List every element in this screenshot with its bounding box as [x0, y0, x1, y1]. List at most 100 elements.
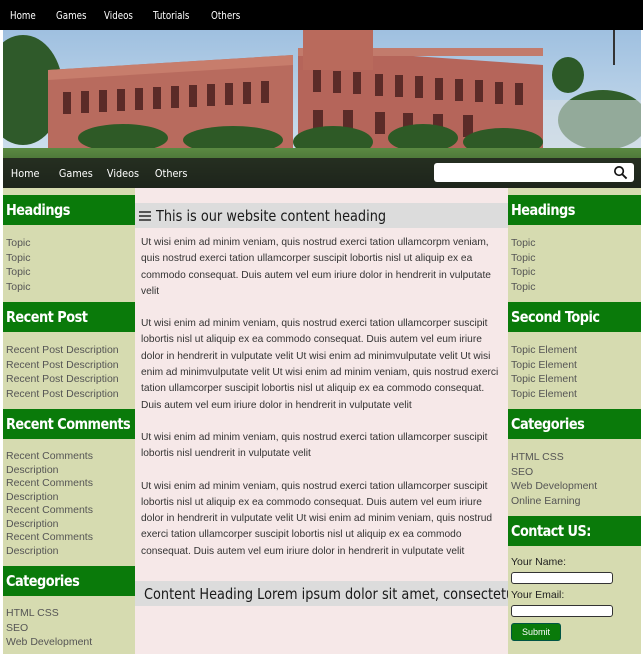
nav2-videos[interactable]: Videos	[99, 167, 141, 180]
list-item: Topic	[6, 251, 135, 266]
content-heading: This is our website content heading	[156, 206, 387, 225]
search-box	[434, 163, 634, 183]
topic-element-link[interactable]: Topic Element	[511, 388, 577, 400]
list-item: HTML CSS	[6, 606, 135, 621]
topic-element-link[interactable]: Topic Element	[511, 373, 577, 385]
recent-comment-link[interactable]: Recent Comments Description	[6, 477, 93, 503]
menu-icon	[139, 210, 151, 221]
email-field[interactable]	[511, 605, 613, 617]
list-item: Topic Element	[511, 387, 641, 402]
category-link[interactable]: Web Development	[511, 480, 597, 492]
category-link[interactable]: Web Development	[6, 636, 92, 648]
page: Home Games Videos Tutorials Others Home …	[0, 0, 643, 654]
list-item: Recent Post Description	[6, 358, 135, 373]
list-item: Recent Post Description	[6, 387, 135, 402]
nav2-home[interactable]: Home	[3, 167, 45, 180]
widget-title-recent-post: Recent Post	[3, 302, 135, 332]
right-sidebar: Headings Topic Topic Topic Topic Second …	[508, 188, 641, 654]
content-heading-bar: This is our website content heading	[135, 203, 508, 228]
list-item: Topic	[6, 265, 135, 280]
list-item: Recent Comments Description	[6, 504, 131, 531]
top-nav-home[interactable]: Home	[3, 9, 43, 22]
widget-title-categories: Categories	[508, 409, 641, 439]
list-item: Topic Element	[511, 358, 641, 373]
name-label: Your Name:	[511, 556, 567, 568]
contact-form: Your Name: Your Email: Submit	[508, 546, 641, 641]
category-link[interactable]: SEO	[6, 622, 28, 634]
category-link[interactable]: HTML CSS	[511, 451, 564, 463]
categories-list: HTML CSS SEO Web Development	[3, 596, 135, 654]
list-item: Recent Post Description	[6, 343, 135, 358]
topic-element-link[interactable]: Topic Element	[511, 344, 577, 356]
list-item: SEO	[511, 465, 641, 480]
widget-title-recent-comments: Recent Comments	[3, 409, 135, 439]
categories-list: HTML CSS SEO Web Development Online Earn…	[508, 439, 641, 516]
recent-post-link[interactable]: Recent Post Description	[6, 388, 119, 400]
topic-element-link[interactable]: Topic Element	[511, 359, 577, 371]
topic-link[interactable]: Topic	[511, 252, 536, 264]
list-item: SEO	[6, 621, 135, 636]
topic-link[interactable]: Topic	[511, 266, 536, 278]
content-heading: Content Heading Lorem ipsum dolor sit am…	[144, 584, 508, 603]
widget-title-headings: Headings	[3, 195, 135, 225]
top-nav-videos[interactable]: Videos	[97, 9, 140, 22]
list-item: Online Earning	[511, 494, 641, 509]
submit-button[interactable]: Submit	[511, 623, 562, 641]
list-item: Topic Element	[511, 372, 641, 387]
search-input[interactable]	[438, 164, 612, 183]
list-item: Topic	[511, 236, 641, 251]
topic-link[interactable]: Topic	[6, 237, 31, 249]
search-icon[interactable]	[613, 165, 628, 180]
topic-link[interactable]: Topic	[511, 237, 536, 249]
category-link[interactable]: SEO	[511, 466, 533, 478]
content-paragraph: Ut wisi enim ad minim veniam, quis nostr…	[141, 431, 488, 460]
recent-post-link[interactable]: Recent Post Description	[6, 359, 119, 371]
list-item: Topic	[6, 280, 135, 295]
top-nav-tutorials[interactable]: Tutorials	[146, 9, 197, 22]
top-nav: Home Games Videos Tutorials Others	[0, 0, 643, 30]
list-item: Topic	[511, 280, 641, 295]
topic-link[interactable]: Topic	[6, 266, 31, 278]
recent-comment-link[interactable]: Recent Comments Description	[6, 531, 93, 557]
widget-title-contact: Contact US:	[508, 516, 641, 546]
recent-post-link[interactable]: Recent Post Description	[6, 344, 119, 356]
main-content: This is our website content heading Ut w…	[135, 188, 508, 654]
content-heading-bar: Content Heading Lorem ipsum dolor sit am…	[135, 581, 508, 607]
list-item: Topic	[6, 236, 135, 251]
content-paragraph: Ut wisi enim ad minim veniam, quis nostr…	[141, 237, 491, 297]
second-topic-list: Topic Element Topic Element Topic Elemen…	[508, 332, 641, 409]
nav2-games[interactable]: Games	[51, 167, 93, 180]
category-link[interactable]: HTML CSS	[6, 607, 59, 619]
topic-link[interactable]: Topic	[6, 252, 31, 264]
list-item: Web Development	[511, 479, 641, 494]
content-paragraph: Ut wisi enim ad minim veniam, quis nostr…	[141, 480, 493, 557]
list-item: Topic Element	[511, 343, 641, 358]
recent-comment-link[interactable]: Recent Comments Description	[6, 450, 93, 476]
list-item: Recent Comments Description	[6, 450, 131, 477]
name-field[interactable]	[511, 572, 613, 584]
content-paragraph: Ut wisi enim ad minim veniam, quis nostr…	[141, 318, 499, 411]
recent-comment-link[interactable]: Recent Comments Description	[6, 504, 93, 530]
category-link[interactable]: Online Earning	[511, 495, 580, 507]
nav2-others[interactable]: Others	[147, 167, 191, 180]
top-nav-games[interactable]: Games	[49, 9, 91, 22]
headings-list: Topic Topic Topic Topic	[508, 225, 641, 302]
list-item: Web Development	[6, 635, 135, 650]
list-item: Recent Comments Description	[6, 477, 131, 504]
list-item: Recent Post Description	[6, 372, 135, 387]
widget-title-second-topic: Second Topic	[508, 302, 641, 332]
recent-comments-list: Recent Comments Description Recent Comme…	[3, 439, 135, 566]
list-item: Topic	[511, 265, 641, 280]
widget-title-categories: Categories	[3, 566, 135, 596]
list-item: HTML CSS	[511, 450, 641, 465]
recent-post-list: Recent Post Description Recent Post Desc…	[3, 332, 135, 409]
recent-post-link[interactable]: Recent Post Description	[6, 373, 119, 385]
topic-link[interactable]: Topic	[6, 281, 31, 293]
secondary-nav: Home Games Videos Others	[3, 158, 641, 188]
list-item: Recent Comments Description	[6, 531, 131, 558]
widget-title-headings: Headings	[508, 195, 641, 225]
headings-list: Topic Topic Topic Topic	[3, 225, 135, 302]
topic-link[interactable]: Topic	[511, 281, 536, 293]
email-label: Your Email:	[511, 589, 565, 601]
top-nav-others[interactable]: Others	[204, 9, 249, 22]
